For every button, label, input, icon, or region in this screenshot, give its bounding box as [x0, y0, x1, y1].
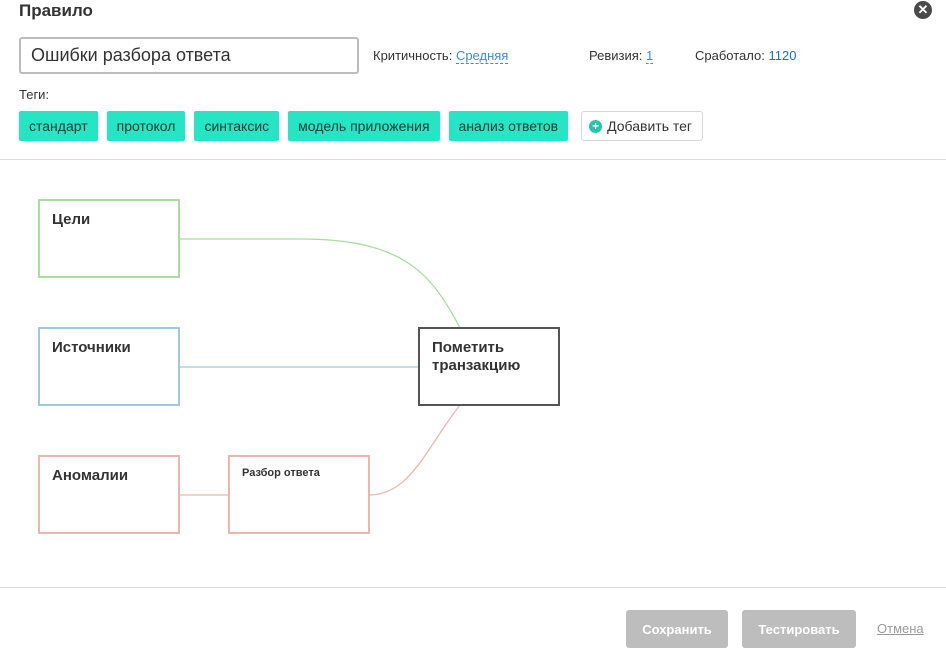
add-tag-label: Добавить тег: [607, 118, 693, 134]
node-goals[interactable]: Цели: [38, 199, 180, 278]
tag-syntax[interactable]: синтаксис: [194, 111, 280, 141]
revision-field: Ревизия: 1: [589, 48, 654, 64]
plus-circle-icon: +: [589, 119, 603, 133]
node-mark-transaction[interactable]: Пометить транзакцию: [418, 327, 560, 406]
dialog-title: Правило: [19, 1, 93, 20]
rule-graph-canvas: Цели Источники Аномалии Разбор ответа По…: [0, 160, 946, 587]
triggered-field: Сработало: 1120: [695, 48, 796, 63]
close-icon[interactable]: ✕: [914, 1, 932, 19]
node-sources[interactable]: Источники: [38, 327, 180, 406]
revision-value-link[interactable]: 1: [646, 48, 654, 64]
criticality-value-link[interactable]: Средняя: [455, 48, 509, 64]
criticality-field: Критичность: Средняя: [373, 48, 509, 64]
triggered-value: 1120: [768, 48, 797, 63]
revision-label: Ревизия:: [589, 48, 643, 63]
cancel-link[interactable]: Отмена: [877, 621, 924, 636]
add-tag-button[interactable]: + Добавить тег: [581, 111, 704, 141]
node-response-parse[interactable]: Разбор ответа: [228, 455, 370, 534]
tag-standard[interactable]: стандарт: [19, 111, 98, 141]
test-button[interactable]: Тестировать: [742, 610, 856, 648]
tag-protocol[interactable]: протокол: [106, 111, 186, 141]
criticality-label: Критичность:: [373, 48, 453, 63]
save-button[interactable]: Сохранить: [626, 610, 728, 648]
tag-response-analysis[interactable]: анализ ответов: [448, 111, 569, 141]
footer-divider: [0, 587, 946, 588]
edge-goals-to-mark: [179, 238, 461, 329]
edge-parse-to-mark: [368, 404, 461, 496]
tags-list: стандарт протокол синтаксис модель прило…: [19, 111, 704, 141]
tags-label: Теги:: [19, 87, 50, 102]
triggered-label: Сработало:: [695, 48, 765, 63]
rule-name-input[interactable]: [19, 37, 359, 74]
node-anomalies[interactable]: Аномалии: [38, 455, 180, 534]
tag-app-model[interactable]: модель приложения: [288, 111, 440, 141]
